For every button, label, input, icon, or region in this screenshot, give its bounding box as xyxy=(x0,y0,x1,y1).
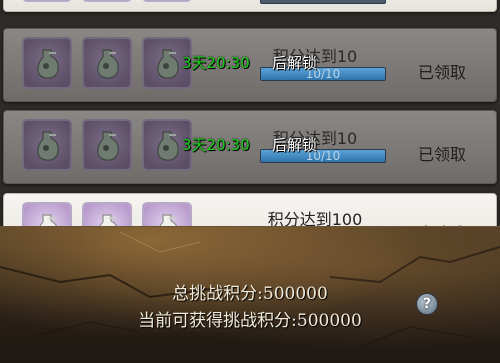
reward-slot[interactable] xyxy=(22,37,72,89)
current-points-value: 500000 xyxy=(296,311,362,331)
progress-bar xyxy=(260,0,386,4)
claim-status[interactable]: 已领取 xyxy=(418,59,466,83)
reward-slot[interactable] xyxy=(142,0,192,2)
claim-status[interactable]: 已领取 xyxy=(418,141,466,165)
reward-row: 积分达到100 未达成 xyxy=(3,193,497,230)
reward-slot[interactable] xyxy=(82,119,132,171)
total-points-value: 500000 xyxy=(262,284,328,304)
unlock-label: 后解锁 xyxy=(272,136,318,154)
bottle-icon xyxy=(37,49,59,79)
score-panel: 总挑战积分:500000 当前可获得挑战积分:500000 ? xyxy=(0,226,500,363)
bottle-icon xyxy=(97,131,119,161)
unlock-countdown: 3天20:30 xyxy=(182,54,250,72)
bottle-icon xyxy=(97,49,119,79)
reward-row: 积分达到10 10/10 3天20:30 后解锁 已领取 xyxy=(3,110,497,184)
help-icon[interactable]: ? xyxy=(416,293,438,315)
reward-slot[interactable] xyxy=(22,0,72,2)
reward-slot[interactable] xyxy=(22,119,72,171)
reward-list[interactable]: 积分达到10 10/10 3天20:30 后解锁 已领取 积分达到10 10/1… xyxy=(0,0,500,230)
reward-row: 积分达到10 10/10 3天20:30 后解锁 已领取 xyxy=(3,28,497,102)
total-points-label: 总挑战积分: xyxy=(172,284,263,304)
reward-slot[interactable] xyxy=(82,37,132,89)
unlock-label: 后解锁 xyxy=(272,54,318,72)
bottle-icon xyxy=(37,131,59,161)
reward-slot[interactable] xyxy=(82,0,132,2)
bottle-icon xyxy=(157,49,179,79)
bottle-icon xyxy=(157,131,179,161)
current-points-label: 当前可获得挑战积分: xyxy=(138,311,297,331)
reward-row-partial xyxy=(3,0,497,12)
unlock-countdown: 3天20:30 xyxy=(182,136,250,154)
